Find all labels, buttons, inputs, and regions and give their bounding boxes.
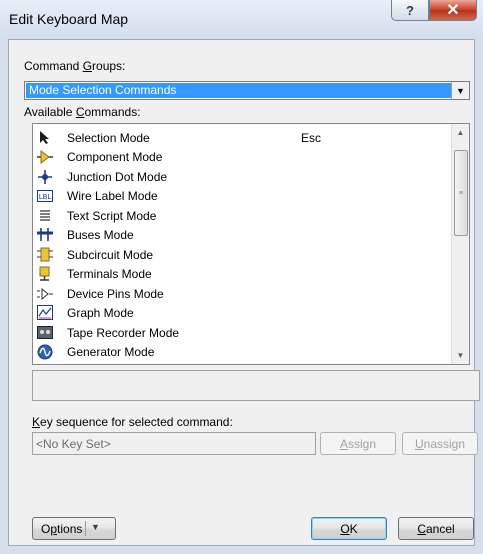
cursor-arrow-icon bbox=[37, 130, 53, 145]
options-button[interactable]: Options ▼ bbox=[32, 517, 116, 540]
cancel-button[interactable]: Cancel bbox=[398, 517, 474, 540]
command-name: Generator Mode bbox=[67, 345, 155, 359]
chevron-down-icon[interactable]: ▼ bbox=[451, 82, 469, 99]
list-item[interactable]: Terminals Mode bbox=[37, 264, 452, 283]
command-key: Esc bbox=[301, 131, 322, 145]
command-name: Junction Dot Mode bbox=[67, 170, 168, 184]
terminal-icon bbox=[37, 266, 53, 281]
command-name: Component Mode bbox=[67, 150, 163, 164]
help-button[interactable]: ? bbox=[391, 0, 429, 21]
commands-scrollbar[interactable]: ▲ ≡ ▼ bbox=[451, 124, 469, 364]
window-title: Edit Keyboard Map bbox=[9, 11, 129, 27]
ok-label: OK bbox=[340, 521, 358, 536]
assign-button[interactable]: Assign bbox=[320, 432, 396, 455]
component-icon bbox=[37, 149, 53, 164]
scroll-up-icon[interactable]: ▲ bbox=[452, 124, 469, 141]
command-name: Buses Mode bbox=[67, 228, 134, 242]
assign-label: Assign bbox=[339, 436, 377, 451]
command-name: Device Pins Mode bbox=[67, 287, 164, 301]
scroll-down-icon[interactable]: ▼ bbox=[452, 347, 469, 364]
close-icon: ✕ bbox=[446, 2, 460, 19]
command-name: Text Script Mode bbox=[67, 209, 157, 223]
options-label: Options bbox=[41, 521, 83, 536]
command-name: Tape Recorder Mode bbox=[67, 326, 180, 340]
svg-text:LBL: LBL bbox=[39, 193, 52, 201]
list-item[interactable]: Text Script Mode bbox=[37, 206, 452, 225]
list-item[interactable]: Subcircuit Mode bbox=[37, 245, 452, 264]
key-sequence-field[interactable]: <No Key Set> bbox=[32, 432, 316, 455]
unassign-button[interactable]: Unassign bbox=[402, 432, 478, 455]
chevron-down-icon[interactable]: ▼ bbox=[91, 522, 100, 532]
generator-icon bbox=[37, 344, 53, 359]
command-name: Subcircuit Mode bbox=[67, 248, 154, 262]
subcircuit-icon bbox=[37, 247, 53, 262]
list-item[interactable]: Device Pins Mode bbox=[37, 284, 452, 303]
list-item[interactable]: Component Mode bbox=[37, 147, 452, 166]
list-item[interactable]: Graph Mode bbox=[37, 303, 452, 322]
command-name: Selection Mode bbox=[67, 131, 150, 145]
close-button[interactable]: ✕ bbox=[429, 0, 477, 21]
scrollbar-thumb[interactable]: ≡ bbox=[454, 150, 468, 236]
available-commands-label: Available Commands: bbox=[24, 105, 141, 119]
command-name: Wire Label Mode bbox=[67, 189, 158, 203]
list-item[interactable]: Buses Mode bbox=[37, 225, 452, 244]
command-groups-dropdown[interactable]: Mode Selection Commands ▼ bbox=[24, 81, 470, 100]
junction-dot-icon bbox=[37, 169, 53, 184]
command-name: Graph Mode bbox=[67, 306, 134, 320]
command-name: Terminals Mode bbox=[67, 267, 152, 281]
command-groups-selected: Mode Selection Commands bbox=[26, 83, 451, 98]
wire-label-icon: LBL bbox=[37, 188, 53, 203]
list-item[interactable]: Generator Mode bbox=[37, 342, 452, 361]
unassign-label: Unassign bbox=[414, 436, 466, 451]
list-item[interactable]: Junction Dot Mode bbox=[37, 167, 452, 186]
key-sequence-label: Key sequence for selected command: bbox=[32, 415, 233, 429]
list-item[interactable]: LBL Wire Label Mode bbox=[37, 186, 452, 205]
command-description-box bbox=[32, 370, 480, 401]
help-icon: ? bbox=[406, 2, 414, 18]
command-groups-label: Command Groups: bbox=[24, 59, 126, 73]
available-commands-list[interactable]: Selection Mode Esc Component Mode Juncti… bbox=[32, 123, 470, 365]
bus-icon bbox=[37, 227, 53, 242]
graph-icon bbox=[37, 305, 53, 320]
tape-recorder-icon bbox=[37, 325, 53, 340]
device-pin-icon bbox=[37, 286, 53, 301]
options-divider bbox=[85, 521, 86, 536]
ok-button[interactable]: OK bbox=[311, 517, 387, 540]
cancel-label: Cancel bbox=[417, 521, 455, 536]
title-bar: Edit Keyboard Map ? ✕ bbox=[0, 0, 483, 39]
list-item[interactable]: Tape Recorder Mode bbox=[37, 323, 452, 342]
list-item[interactable]: Selection Mode Esc bbox=[37, 128, 452, 147]
text-script-icon bbox=[37, 208, 53, 223]
